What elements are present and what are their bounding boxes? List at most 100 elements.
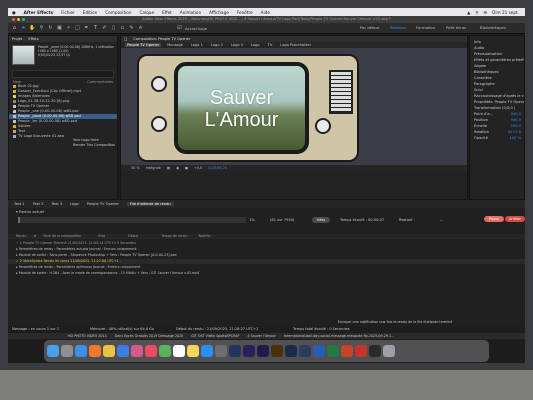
project-tab[interactable]: Projet <box>12 37 22 41</box>
render-queue-row[interactable]: ▸ Module de sortie : H.264 - Avec le mod… <box>8 271 525 276</box>
path-segment[interactable]: International-ball-day-social-message-me… <box>284 334 395 338</box>
comp-tab-logo-1[interactable]: Logo 1 <box>189 43 205 47</box>
tl-tab-text-3[interactable]: Text 3 <box>51 202 62 206</box>
control-center-icon[interactable]: ☰ <box>483 10 487 15</box>
wifi-icon[interactable]: ▲ <box>467 10 470 15</box>
render-queue-row[interactable]: ▸ Paramètres de rendu : Paramètres actue… <box>8 247 525 252</box>
grid-icon[interactable]: ▦ <box>167 166 170 170</box>
menu-app-name[interactable]: After Effects <box>24 10 54 15</box>
comp-tab-logo-3[interactable]: Logo 3 <box>229 43 245 47</box>
lock-icon[interactable]: □ <box>124 37 127 41</box>
quality-dropdown[interactable]: Intégrale <box>146 166 161 170</box>
tl-tab-text-1[interactable]: Text 1 <box>14 202 25 206</box>
pause-button[interactable]: Pause <box>484 216 504 222</box>
excel-icon[interactable] <box>327 345 339 357</box>
menu-item-file[interactable]: Fichier <box>61 10 75 15</box>
anchor-icon[interactable]: ✧ <box>65 25 72 32</box>
menu-item-help[interactable]: Aide <box>261 10 270 15</box>
property-value[interactable]: 100 % <box>510 135 521 141</box>
comp-tab-people-tv-opener[interactable]: People TV Opener <box>125 43 162 47</box>
menu-item-composition[interactable]: Composition <box>105 10 131 15</box>
home-icon[interactable]: ⌂ <box>11 25 18 32</box>
photoshop-icon[interactable] <box>229 345 241 357</box>
frame-offset[interactable]: +0,0 <box>194 166 202 170</box>
text-icon[interactable]: T <box>92 25 99 32</box>
after-effects-icon[interactable] <box>243 345 255 357</box>
stop-button[interactable]: Arrêter <box>505 216 525 222</box>
firefox-icon[interactable] <box>89 345 101 357</box>
powerpoint-icon[interactable] <box>341 345 353 357</box>
rq-col-render[interactable]: Rendu <box>8 234 26 238</box>
tl-tab-people-tv-opener[interactable]: People TV Opener <box>87 202 119 206</box>
rq-col-status[interactable]: Etat <box>82 234 105 238</box>
workspace-libraries[interactable]: Bibliothèques <box>480 25 506 30</box>
media-encoder-icon[interactable] <box>285 345 297 357</box>
apple-menu-icon[interactable]: ● <box>12 10 16 15</box>
finder-icon[interactable] <box>47 345 59 357</box>
zoom-dropdown[interactable]: 50 % <box>131 166 140 170</box>
terminal-icon[interactable] <box>369 345 381 357</box>
zoom-tool-icon[interactable]: ⚲ <box>38 25 45 32</box>
tl-tab-text-2[interactable]: Text 2 <box>33 202 44 206</box>
send-notification-checkbox[interactable]: Envoyer une notification une fois le ren… <box>338 320 452 324</box>
launchpad-icon[interactable] <box>61 345 73 357</box>
rotate-icon[interactable]: ↻ <box>47 25 54 32</box>
info-button[interactable]: Infos <box>312 217 330 223</box>
path-segment[interactable]: GIT OST Vidéo 4pattsBPCRAP <box>191 334 239 338</box>
roto-icon[interactable]: ✎ <box>128 25 135 32</box>
comp-tab-logo-placeholder[interactable]: Logo Placeholder <box>278 43 313 47</box>
system-prefs-icon[interactable] <box>215 345 227 357</box>
workspace-review[interactable]: Révision <box>390 25 406 30</box>
menu-item-window[interactable]: Fenêtre <box>237 10 253 15</box>
comp-tab-tv[interactable]: TV <box>266 43 275 47</box>
illustrator-icon[interactable] <box>271 345 283 357</box>
comp-tab-logo-2[interactable]: Logo 2 <box>209 43 225 47</box>
minimize-icon[interactable] <box>17 18 20 21</box>
brush-icon[interactable]: ✐ <box>101 25 108 32</box>
snap-label[interactable]: Accrochage <box>185 26 207 31</box>
workspace-training[interactable]: Formation <box>416 25 435 30</box>
rq-col-render-time[interactable]: Temps de rendu <box>139 234 187 238</box>
chrome-icon[interactable] <box>103 345 115 357</box>
color-channel-icon[interactable]: ● <box>185 166 188 170</box>
rq-col-start[interactable]: Début <box>106 234 138 238</box>
path-segment[interactable]: 4 Sauver l'Amour <box>247 334 275 338</box>
workspace-small-screen[interactable]: Petit écran <box>446 25 466 30</box>
path-segment[interactable]: Dans Excès Gratuits 2019 Dressage 2020 <box>115 334 184 338</box>
music-icon[interactable] <box>145 345 157 357</box>
menu-item-effect[interactable]: Effet <box>162 10 172 15</box>
render-queue-row[interactable]: ✓ 2 VoiceSyntra Rendu en cours 21/09/202… <box>8 259 525 264</box>
rq-col-notify[interactable]: Notifier <box>189 234 211 238</box>
safari-icon[interactable] <box>75 345 87 357</box>
premiere-icon[interactable] <box>257 345 269 357</box>
rq-col-comp-name[interactable]: Nom de la composition <box>37 234 81 238</box>
puppet-icon[interactable]: ✯ <box>137 25 144 32</box>
filezilla-icon[interactable] <box>355 345 367 357</box>
mail-icon[interactable] <box>117 345 129 357</box>
effects-tab[interactable]: Effets <box>28 37 38 41</box>
menu-item-edit[interactable]: Edition <box>83 10 98 15</box>
render-queue-row[interactable]: ▸ Paramètres de rendu : Paramètres optim… <box>8 265 525 270</box>
render-queue-row[interactable]: ✓ 1 People TV Opener Terminé 21/09/2025,… <box>8 241 525 246</box>
close-icon[interactable] <box>12 18 15 21</box>
project-col-comments[interactable]: Commentaires <box>87 80 113 84</box>
composition-viewer[interactable]: Sauver L'Amour <box>121 48 467 165</box>
trash-icon[interactable] <box>383 345 395 357</box>
camera-icon[interactable]: ▣ <box>56 25 63 32</box>
rectangle-icon[interactable]: □ <box>74 25 81 32</box>
hand-icon[interactable]: ✋ <box>29 25 36 32</box>
timecode-field[interactable]: 0;00;04;24 <box>208 166 227 170</box>
comp-tab-logo[interactable]: Logo <box>249 43 262 47</box>
menu-item-view[interactable]: Affichage <box>209 10 229 15</box>
snap-checkbox-icon[interactable]: ☑ <box>176 25 183 32</box>
calendar-icon[interactable] <box>173 345 185 357</box>
lightroom-icon[interactable] <box>299 345 311 357</box>
tl-tab-render-queue[interactable]: File d'attente de rendu <box>126 202 174 206</box>
word-icon[interactable] <box>313 345 325 357</box>
comp-tab-montage[interactable]: Montage <box>165 43 185 47</box>
notes-icon[interactable] <box>187 345 199 357</box>
menu-item-layer[interactable]: Calque <box>140 10 155 15</box>
project-search-input[interactable] <box>12 70 114 78</box>
stamp-icon[interactable]: ▯ <box>110 25 117 32</box>
photos-icon[interactable] <box>131 345 143 357</box>
